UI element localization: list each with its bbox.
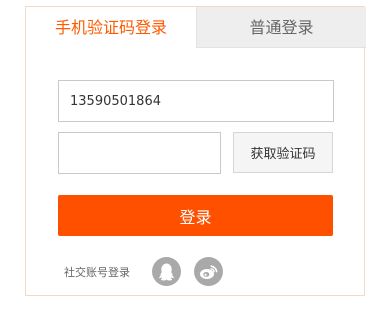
login-tabs: 手机验证码登录 普通登录 [26,7,366,48]
get-code-button[interactable]: 获取验证码 [233,132,333,173]
login-panel: 手机验证码登录 普通登录 获取验证码 登录 社交账号登录 [25,6,366,296]
phone-input[interactable] [58,80,334,122]
login-button[interactable]: 登录 [58,195,333,236]
social-login-label: 社交账号登录 [64,266,130,279]
qq-icon[interactable] [152,257,181,286]
tab-normal-login[interactable]: 普通登录 [196,7,366,48]
tab-sms-login[interactable]: 手机验证码登录 [26,7,196,48]
verification-code-input[interactable] [58,132,221,174]
weibo-icon[interactable] [194,257,223,286]
